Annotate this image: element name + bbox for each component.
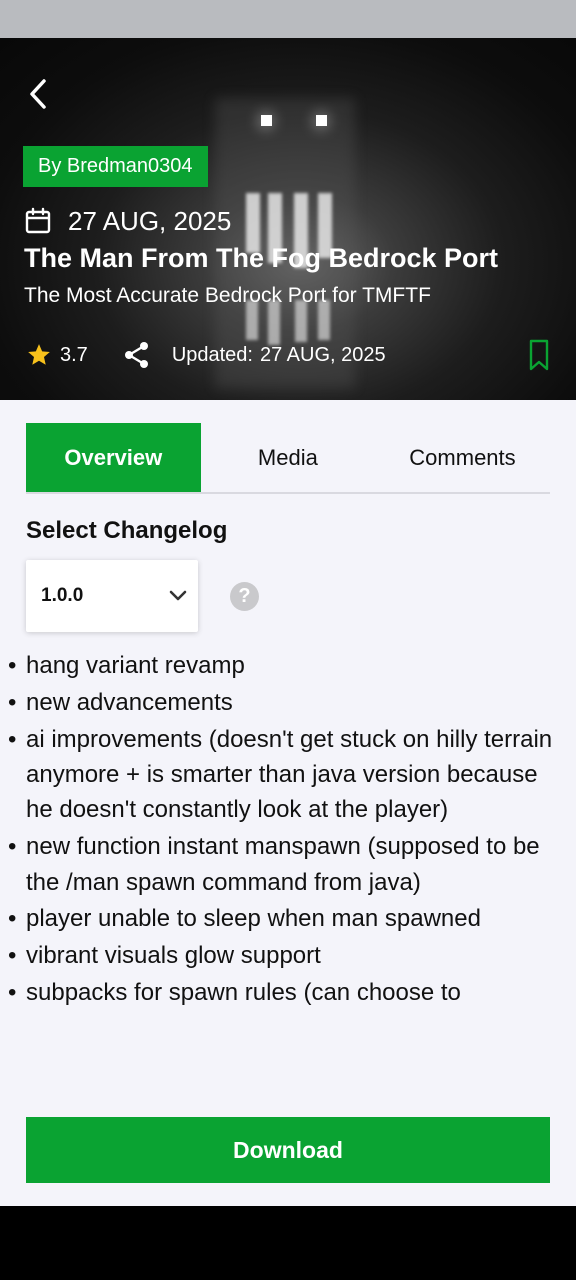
changelog-list: hang variant revamp new advancements ai … — [8, 648, 568, 1094]
rating-value: 3.7 — [60, 343, 88, 366]
status-bar — [0, 0, 576, 38]
meta-row: 3.7 Updated: 27 AUG, 2025 — [26, 338, 552, 372]
hero-banner: By Bredman0304 27 AUG, 2025 The Man From… — [0, 38, 576, 400]
updated-value: 27 AUG, 2025 — [259, 343, 386, 366]
list-item: player unable to sleep when man spawned — [8, 901, 568, 937]
content-area: Overview Media Comments Select Changelog… — [0, 400, 576, 1206]
changelog-heading: Select Changelog — [26, 517, 228, 544]
bookmark-button[interactable] — [526, 338, 552, 372]
tab-media[interactable]: Media — [201, 423, 376, 492]
download-button[interactable]: Download — [26, 1117, 550, 1183]
chevron-down-icon — [169, 590, 187, 601]
back-button[interactable] — [18, 74, 58, 114]
updated-label: Updated: — [171, 343, 253, 366]
calendar-icon — [25, 207, 51, 234]
list-item: subpacks for spawn rules (can choose to — [8, 975, 568, 1011]
author-badge[interactable]: By Bredman0304 — [23, 146, 208, 187]
page-subtitle: The Most Accurate Bedrock Port for TMFTF — [24, 284, 431, 307]
list-item: vibrant visuals glow support — [8, 938, 568, 974]
date-text: 27 AUG, 2025 — [68, 205, 232, 236]
share-icon — [124, 342, 148, 368]
star-icon — [28, 344, 50, 365]
list-item: hang variant revamp — [8, 648, 568, 684]
updated-date: Updated: 27 AUG, 2025 — [172, 344, 386, 367]
bookmark-icon — [529, 339, 549, 371]
tab-comments[interactable]: Comments — [375, 423, 550, 492]
navigation-bar — [0, 1206, 576, 1280]
share-button[interactable] — [122, 340, 152, 370]
list-item: new function instant manspawn (supposed … — [8, 829, 568, 900]
tab-bar: Overview Media Comments — [26, 423, 550, 494]
list-item: new advancements — [8, 685, 568, 721]
tab-overview[interactable]: Overview — [26, 423, 201, 492]
publish-date: 27 AUG, 2025 — [24, 204, 231, 238]
version-select-value: 1.0.0 — [41, 585, 84, 606]
list-item: ai improvements (doesn't get stuck on hi… — [8, 722, 568, 828]
version-select[interactable]: 1.0.0 — [26, 560, 198, 632]
chevron-left-icon — [30, 79, 46, 109]
page-title: The Man From The Fog Bedrock Port — [24, 243, 499, 273]
help-icon[interactable]: ? — [230, 582, 259, 611]
rating: 3.7 — [26, 342, 88, 368]
